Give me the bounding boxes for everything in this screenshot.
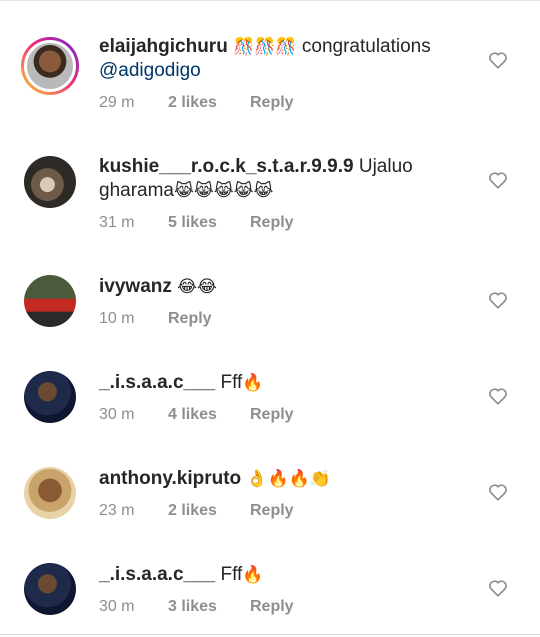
reply-button[interactable]: Reply	[250, 406, 294, 424]
comment-text: kushie___r.o.c.k_s.t.a.r.9.9.9 Ujaluo gh…	[99, 155, 479, 203]
heart-outline-icon[interactable]	[488, 579, 508, 597]
comment-time: 23 m	[99, 502, 135, 519]
comment-username[interactable]: anthony.kipruto	[99, 468, 241, 489]
reply-button[interactable]: Reply	[250, 598, 294, 616]
top-divider	[0, 0, 540, 1]
comment-time: 31 m	[99, 214, 135, 231]
avatar[interactable]	[24, 371, 76, 423]
avatar[interactable]	[21, 37, 79, 95]
comment-username[interactable]: ivywanz	[99, 276, 172, 297]
comment-mention[interactable]: @adigodigo	[99, 60, 201, 81]
reply-button[interactable]: Reply	[250, 94, 294, 112]
reply-button[interactable]: Reply	[168, 310, 212, 328]
comment-likes[interactable]: 5 likes	[168, 214, 250, 232]
comment-likes[interactable]: 3 likes	[168, 598, 250, 616]
comment-emojis: 👌🔥🔥👏	[246, 469, 332, 489]
comment-meta: 30 m 3 likes Reply	[99, 598, 294, 616]
comment-time: 29 m	[99, 94, 135, 111]
comment-username[interactable]: elaijahgichuru	[99, 36, 228, 57]
heart-outline-icon[interactable]	[488, 171, 508, 189]
comment-text: _.i.s.a.a.c___ Fff🔥	[99, 371, 479, 395]
comment-body: Fff	[220, 564, 243, 585]
comment-likes[interactable]: 4 likes	[168, 406, 250, 424]
comment-username[interactable]: _.i.s.a.a.c___	[99, 372, 215, 393]
comment-body: congratulations	[301, 36, 431, 57]
comment-meta: 23 m 2 likes Reply	[99, 502, 294, 520]
comment-meta: 30 m 4 likes Reply	[99, 406, 294, 424]
comment-body: Fff	[220, 372, 243, 393]
bottom-divider	[0, 634, 540, 635]
comment-meta: 10 m Reply	[99, 310, 212, 328]
comment-likes[interactable]: 2 likes	[168, 94, 250, 112]
comment-text: elaijahgichuru 🎊🎊🎊 congratulations @adig…	[99, 35, 479, 83]
reply-button[interactable]: Reply	[250, 214, 294, 232]
comment-username[interactable]: kushie___r.o.c.k_s.t.a.r.9.9.9	[99, 156, 354, 177]
reply-button[interactable]: Reply	[250, 502, 294, 520]
avatar[interactable]	[24, 467, 76, 519]
comment-likes[interactable]: 2 likes	[168, 502, 250, 520]
comment-time: 10 m	[99, 310, 135, 327]
avatar-image	[24, 40, 76, 92]
heart-outline-icon[interactable]	[488, 387, 508, 405]
heart-outline-icon[interactable]	[488, 51, 508, 69]
avatar[interactable]	[24, 275, 76, 327]
comment-text: ivywanz 😂😂	[99, 275, 479, 299]
comment-emojis: 😂😂	[177, 277, 217, 297]
comment-meta: 29 m 2 likes Reply	[99, 94, 294, 112]
comment-emojis: 😹😹😹😹😹	[174, 181, 274, 201]
comment-username[interactable]: _.i.s.a.a.c___	[99, 564, 215, 585]
comment-text: anthony.kipruto 👌🔥🔥👏	[99, 467, 479, 491]
comment-time: 30 m	[99, 406, 135, 423]
comment-emojis: 🎊🎊🎊	[233, 37, 297, 57]
comment-time: 30 m	[99, 598, 135, 615]
heart-outline-icon[interactable]	[488, 291, 508, 309]
comment-meta: 31 m 5 likes Reply	[99, 214, 294, 232]
comment-text: _.i.s.a.a.c___ Fff🔥	[99, 563, 479, 587]
comment-emojis: 🔥	[242, 565, 264, 585]
avatar[interactable]	[24, 563, 76, 615]
comment-emojis: 🔥	[242, 373, 264, 393]
avatar[interactable]	[24, 156, 76, 208]
heart-outline-icon[interactable]	[488, 483, 508, 501]
